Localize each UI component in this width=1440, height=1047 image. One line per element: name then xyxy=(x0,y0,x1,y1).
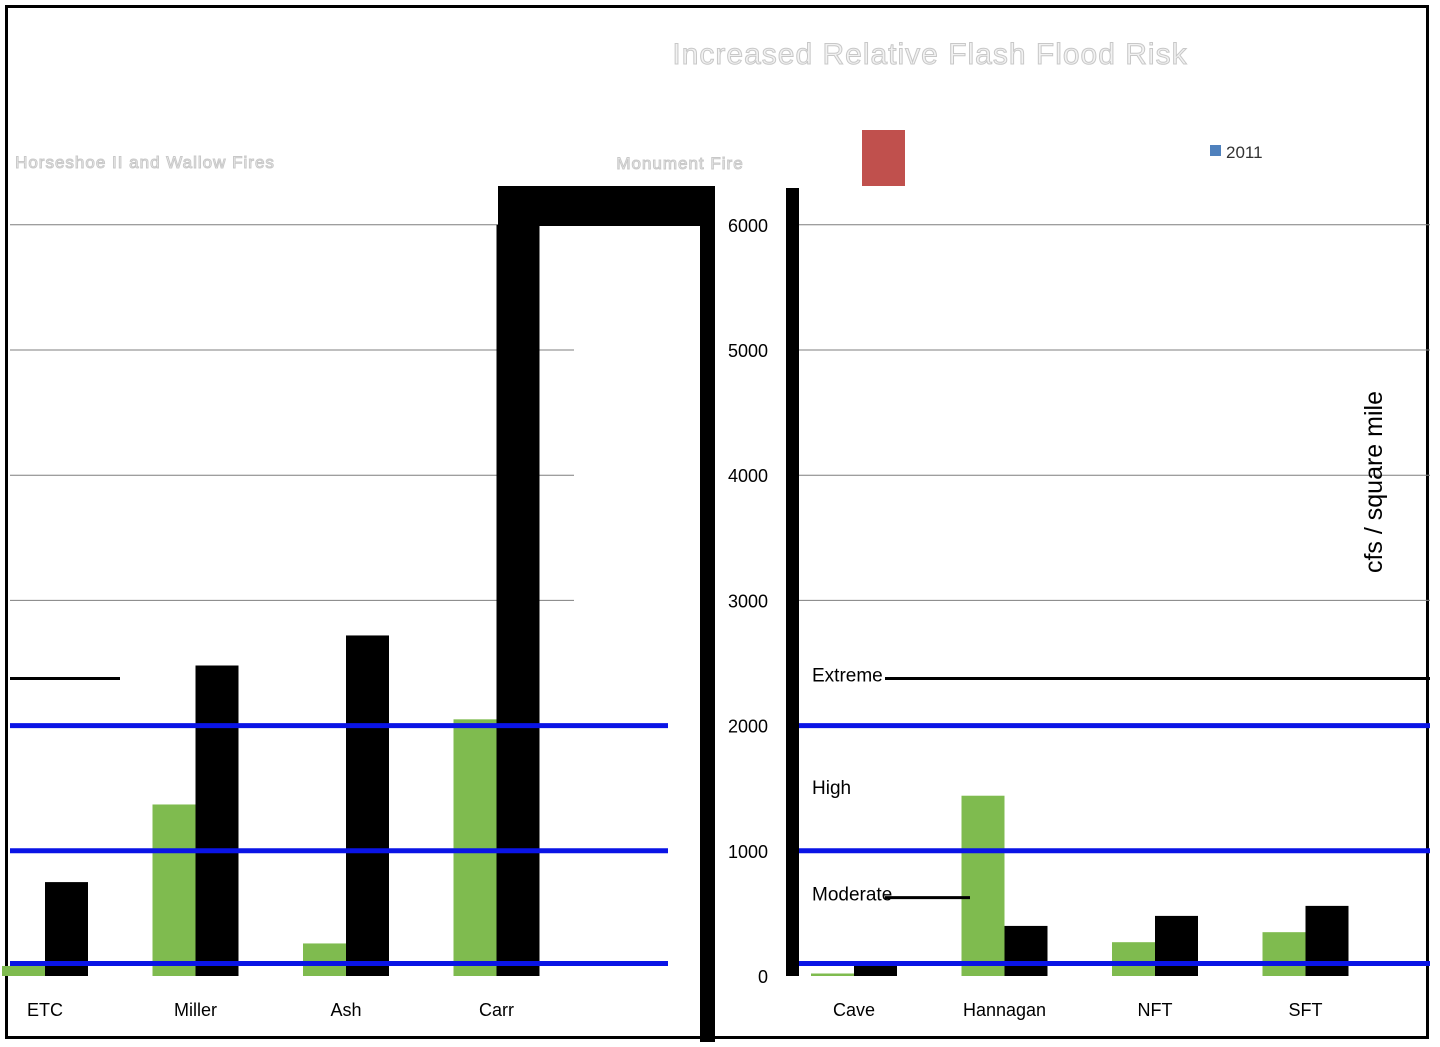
category-label-ash: Ash xyxy=(330,1000,361,1020)
category-label-hannagan: Hannagan xyxy=(963,1000,1046,1020)
left-panel-title: Horseshoe II and Wallow Fires xyxy=(15,153,275,172)
flash-flood-chart: Increased Relative Flash Flood Risk Hors… xyxy=(2,38,1430,1042)
category-label-miller: Miller xyxy=(174,1000,217,1020)
bar-hannagan-series-2 xyxy=(1004,925,1048,976)
panel-divider xyxy=(700,190,715,1042)
category-label-nft: NFT xyxy=(1138,1000,1173,1020)
legend-label-2011: 2011 xyxy=(1226,143,1263,162)
y-tick-label: 6000 xyxy=(728,216,768,236)
risk-label-high: High xyxy=(812,778,851,799)
category-label-sft: SFT xyxy=(1289,1000,1323,1020)
bar-etc-series-1 xyxy=(2,965,45,976)
bar-ash-series-1 xyxy=(303,943,346,976)
bar-nft-series-2 xyxy=(1155,915,1198,976)
bar-cave-series-1 xyxy=(811,973,854,976)
y-axis-label: cfs / square mile xyxy=(1360,391,1388,573)
bar-nft-series-1 xyxy=(1112,942,1155,976)
carr-bar-cap xyxy=(498,186,715,226)
risk-label-moderate: Moderate xyxy=(812,885,892,906)
chart-title: Increased Relative Flash Flood Risk xyxy=(672,38,1187,71)
category-label-etc: ETC xyxy=(27,1000,63,1020)
legend-swatch-5-year xyxy=(862,130,905,186)
category-label-carr: Carr xyxy=(479,1000,514,1020)
bar-ash-series-2 xyxy=(346,635,389,976)
bar-miller-series-2 xyxy=(195,665,239,976)
legend-swatch-2011 xyxy=(1210,145,1221,156)
y-tick-label: 4000 xyxy=(728,466,768,486)
bar-carr-series-1 xyxy=(453,719,497,976)
risk-label-extreme: Extreme xyxy=(812,666,883,687)
category-label-cave: Cave xyxy=(833,1000,875,1020)
y-tick-label: 1000 xyxy=(728,842,768,862)
bar-carr-series-2 xyxy=(496,224,540,977)
y-tick-label: 2000 xyxy=(728,717,768,737)
y-axis-ticks: 0 1000 2000 3000 4000 5000 6000 xyxy=(728,216,768,987)
axes xyxy=(498,186,799,1042)
y-tick-label: 5000 xyxy=(728,341,768,361)
y-tick-label: 3000 xyxy=(728,591,768,611)
category-labels: ETC Miller Ash Carr Cave Hannagan NFT SFT xyxy=(27,1000,1323,1020)
bar-miller-series-1 xyxy=(152,804,196,976)
right-panel-axis xyxy=(786,188,799,976)
bar-hannagan-series-1 xyxy=(961,795,1005,976)
chart-header: Increased Relative Flash Flood Risk Hors… xyxy=(15,38,1263,186)
bar-sft-series-1 xyxy=(1262,932,1306,976)
y-tick-label: 0 xyxy=(758,967,768,987)
right-panel-title: Monument Fire xyxy=(616,154,743,173)
